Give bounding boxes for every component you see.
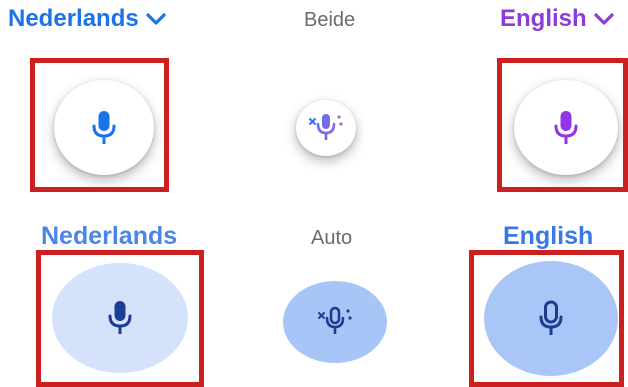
- right-language-label: English: [500, 5, 587, 32]
- microphone-icon: [108, 301, 132, 334]
- both-languages-mic-button[interactable]: [296, 100, 356, 156]
- left-language-selector[interactable]: Nederlands: [8, 7, 167, 31]
- auto-mic-button[interactable]: [283, 281, 387, 363]
- chevron-down-icon: [146, 13, 166, 25]
- auto-detect-microphone-icon: [309, 114, 343, 140]
- auto-mode-label: Auto: [311, 227, 353, 249]
- dutch-mic-button[interactable]: [54, 80, 154, 175]
- auto-detect-microphone-icon: [318, 306, 352, 334]
- english-mic-button[interactable]: [514, 80, 618, 175]
- both-mode-label: Beide: [304, 9, 356, 31]
- microphone-icon: [539, 300, 563, 335]
- conversation-mode-screen: Nederlands Beide English Nederlands Auto…: [0, 0, 628, 387]
- english-label: English: [503, 222, 594, 250]
- left-language-label: Nederlands: [8, 5, 139, 32]
- english-mic-button-active[interactable]: [484, 261, 618, 376]
- microphone-icon: [554, 110, 578, 144]
- right-language-selector[interactable]: English: [500, 7, 615, 31]
- microphone-icon: [92, 110, 116, 144]
- dutch-mic-button-active[interactable]: [52, 263, 188, 373]
- dutch-label: Nederlands: [41, 222, 178, 250]
- chevron-down-icon: [594, 13, 614, 25]
